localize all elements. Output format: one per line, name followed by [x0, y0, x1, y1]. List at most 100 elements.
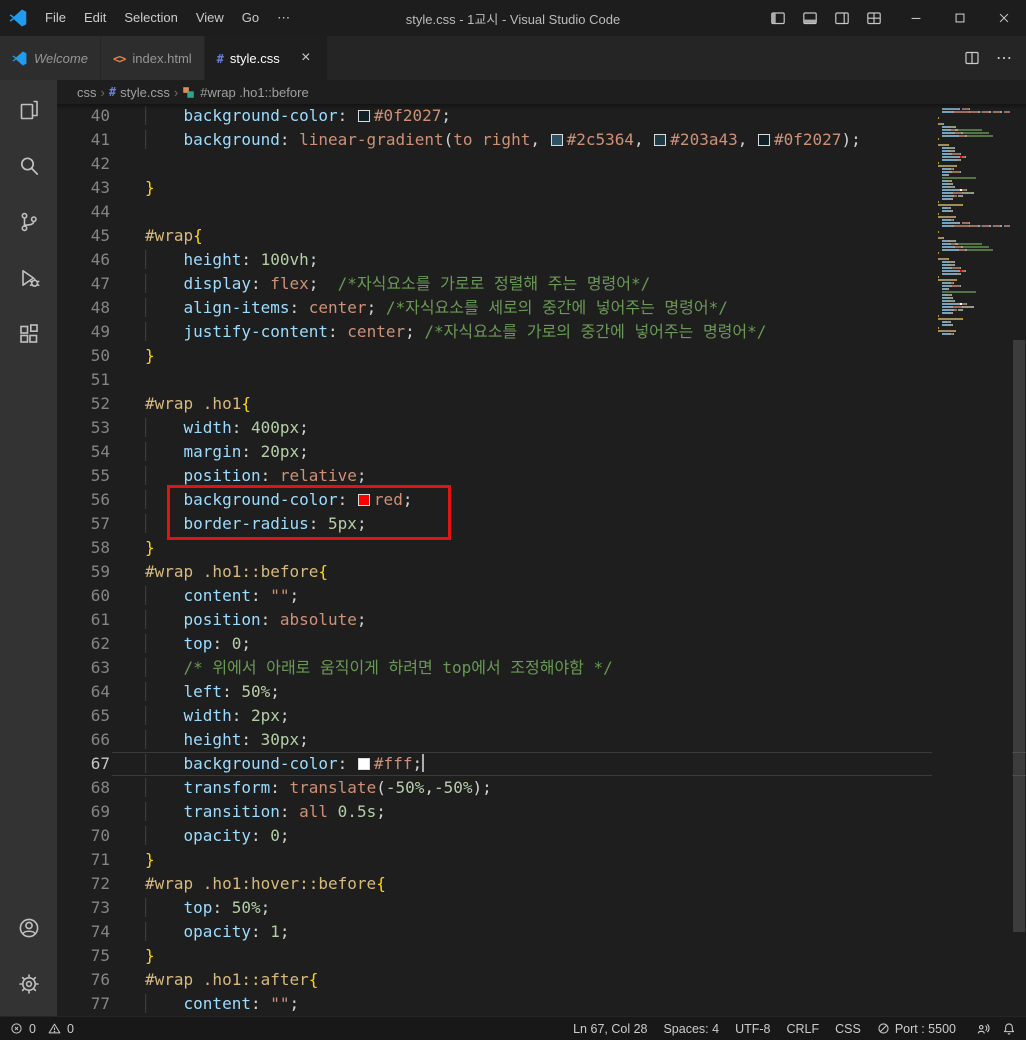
- line-number[interactable]: 64: [57, 680, 110, 704]
- code-line[interactable]: 77 content: "";: [57, 992, 1026, 1016]
- code-line[interactable]: 49 justify-content: center; /*자식요소를 가로의 …: [57, 320, 1026, 344]
- line-number[interactable]: 44: [57, 200, 110, 224]
- status-cursor-position[interactable]: Ln 67, Col 28: [573, 1022, 647, 1036]
- source-control-icon[interactable]: [0, 194, 57, 250]
- scrollbar-thumb[interactable]: [1013, 340, 1025, 932]
- line-number[interactable]: 60: [57, 584, 110, 608]
- line-number[interactable]: 41: [57, 128, 110, 152]
- menu-go[interactable]: Go: [233, 5, 268, 31]
- line-number[interactable]: 77: [57, 992, 110, 1016]
- line-number[interactable]: 58: [57, 536, 110, 560]
- code-line[interactable]: 67 background-color: #fff;: [57, 752, 1026, 776]
- more-actions-icon[interactable]: ⋯: [996, 48, 1012, 68]
- line-number[interactable]: 52: [57, 392, 110, 416]
- line-number[interactable]: 49: [57, 320, 110, 344]
- code-line[interactable]: 45 #wrap{: [57, 224, 1026, 248]
- breadcrumb-item[interactable]: #wrap .ho1::before: [182, 85, 309, 100]
- feedback-icon[interactable]: [976, 1022, 990, 1036]
- code-line[interactable]: 69 transition: all 0.5s;: [57, 800, 1026, 824]
- toggle-secondary-sidebar-icon[interactable]: [828, 4, 856, 32]
- code-line[interactable]: 57 border-radius: 5px;: [57, 512, 1026, 536]
- line-number[interactable]: 56: [57, 488, 110, 512]
- menu-view[interactable]: View: [187, 5, 233, 31]
- explorer-icon[interactable]: [0, 82, 57, 138]
- line-number[interactable]: 74: [57, 920, 110, 944]
- line-number[interactable]: 75: [57, 944, 110, 968]
- line-number[interactable]: 53: [57, 416, 110, 440]
- settings-gear-icon[interactable]: [0, 956, 57, 1012]
- tab-welcome[interactable]: Welcome: [0, 36, 101, 80]
- code-line[interactable]: 44: [57, 200, 1026, 224]
- code-line[interactable]: 65 width: 2px;: [57, 704, 1026, 728]
- code-line[interactable]: 55 position: relative;: [57, 464, 1026, 488]
- code-line[interactable]: 40 background-color: #0f2027;: [57, 104, 1026, 128]
- code-line[interactable]: 70 opacity: 0;: [57, 824, 1026, 848]
- code-line[interactable]: 61 position: absolute;: [57, 608, 1026, 632]
- line-number[interactable]: 45: [57, 224, 110, 248]
- line-number[interactable]: 54: [57, 440, 110, 464]
- split-editor-icon[interactable]: [964, 50, 980, 66]
- breadcrumb-item[interactable]: # style.css: [109, 85, 170, 100]
- line-number[interactable]: 43: [57, 176, 110, 200]
- line-number[interactable]: 76: [57, 968, 110, 992]
- tab-style-css[interactable]: # style.css ×: [204, 36, 328, 80]
- line-number[interactable]: 69: [57, 800, 110, 824]
- editor[interactable]: 40 background-color: #0f2027; 41 backgrou…: [57, 104, 1026, 1016]
- breadcrumb-item[interactable]: css: [77, 85, 97, 100]
- maximize-button[interactable]: [938, 0, 982, 36]
- status-indentation[interactable]: Spaces: 4: [663, 1022, 719, 1036]
- status-eol[interactable]: CRLF: [786, 1022, 819, 1036]
- code-line[interactable]: 59 #wrap .ho1::before{: [57, 560, 1026, 584]
- status-language-mode[interactable]: CSS: [835, 1022, 861, 1036]
- line-number[interactable]: 65: [57, 704, 110, 728]
- code-line[interactable]: 41 background: linear-gradient(to right,…: [57, 128, 1026, 152]
- code-line[interactable]: 53 width: 400px;: [57, 416, 1026, 440]
- minimap[interactable]: [932, 104, 1012, 1016]
- code-line[interactable]: 68 transform: translate(-50%,-50%);: [57, 776, 1026, 800]
- code-line[interactable]: 58}: [57, 536, 1026, 560]
- line-number[interactable]: 40: [57, 104, 110, 128]
- line-number[interactable]: 73: [57, 896, 110, 920]
- line-number[interactable]: 57: [57, 512, 110, 536]
- close-window-button[interactable]: [982, 0, 1026, 36]
- menu-more[interactable]: ⋯: [268, 5, 299, 31]
- code-line[interactable]: 46 height: 100vh;: [57, 248, 1026, 272]
- minimize-button[interactable]: [894, 0, 938, 36]
- status-problems[interactable]: 0 0: [10, 1022, 82, 1036]
- code-line[interactable]: 63 /* 위에서 아래로 움직이게 하려면 top에서 조정해야함 */: [57, 656, 1026, 680]
- line-number[interactable]: 55: [57, 464, 110, 488]
- code-line[interactable]: 56 background-color: red;: [57, 488, 1026, 512]
- code-line[interactable]: 54 margin: 20px;: [57, 440, 1026, 464]
- customize-layout-icon[interactable]: [860, 4, 888, 32]
- line-number[interactable]: 46: [57, 248, 110, 272]
- code-line[interactable]: 74 opacity: 1;: [57, 920, 1026, 944]
- notifications-bell-icon[interactable]: [1002, 1022, 1016, 1036]
- menu-edit[interactable]: Edit: [75, 5, 115, 31]
- code-line[interactable]: 64 left: 50%;: [57, 680, 1026, 704]
- line-number[interactable]: 48: [57, 296, 110, 320]
- line-number[interactable]: 50: [57, 344, 110, 368]
- code-line[interactable]: 62 top: 0;: [57, 632, 1026, 656]
- code-line[interactable]: 71}: [57, 848, 1026, 872]
- line-number[interactable]: 42: [57, 152, 110, 176]
- line-number[interactable]: 59: [57, 560, 110, 584]
- code-line[interactable]: 42: [57, 152, 1026, 176]
- menu-file[interactable]: File: [36, 5, 75, 31]
- code-line[interactable]: 66 height: 30px;: [57, 728, 1026, 752]
- extensions-icon[interactable]: [0, 306, 57, 362]
- line-number[interactable]: 70: [57, 824, 110, 848]
- code-line[interactable]: 76 #wrap .ho1::after{: [57, 968, 1026, 992]
- code-line[interactable]: 48 align-items: center; /*자식요소를 세로의 중간에 …: [57, 296, 1026, 320]
- line-number[interactable]: 71: [57, 848, 110, 872]
- code-line[interactable]: 47 display: flex; /*자식요소를 가로로 정렬해 주는 명령어…: [57, 272, 1026, 296]
- line-number[interactable]: 47: [57, 272, 110, 296]
- code-line[interactable]: 75}: [57, 944, 1026, 968]
- code-line[interactable]: 52 #wrap .ho1{: [57, 392, 1026, 416]
- run-debug-icon[interactable]: [0, 250, 57, 306]
- code-line[interactable]: 60 content: "";: [57, 584, 1026, 608]
- code-line[interactable]: 43}: [57, 176, 1026, 200]
- toggle-sidebar-icon[interactable]: [764, 4, 792, 32]
- search-icon[interactable]: [0, 138, 57, 194]
- code-line[interactable]: 50}: [57, 344, 1026, 368]
- accounts-icon[interactable]: [0, 900, 57, 956]
